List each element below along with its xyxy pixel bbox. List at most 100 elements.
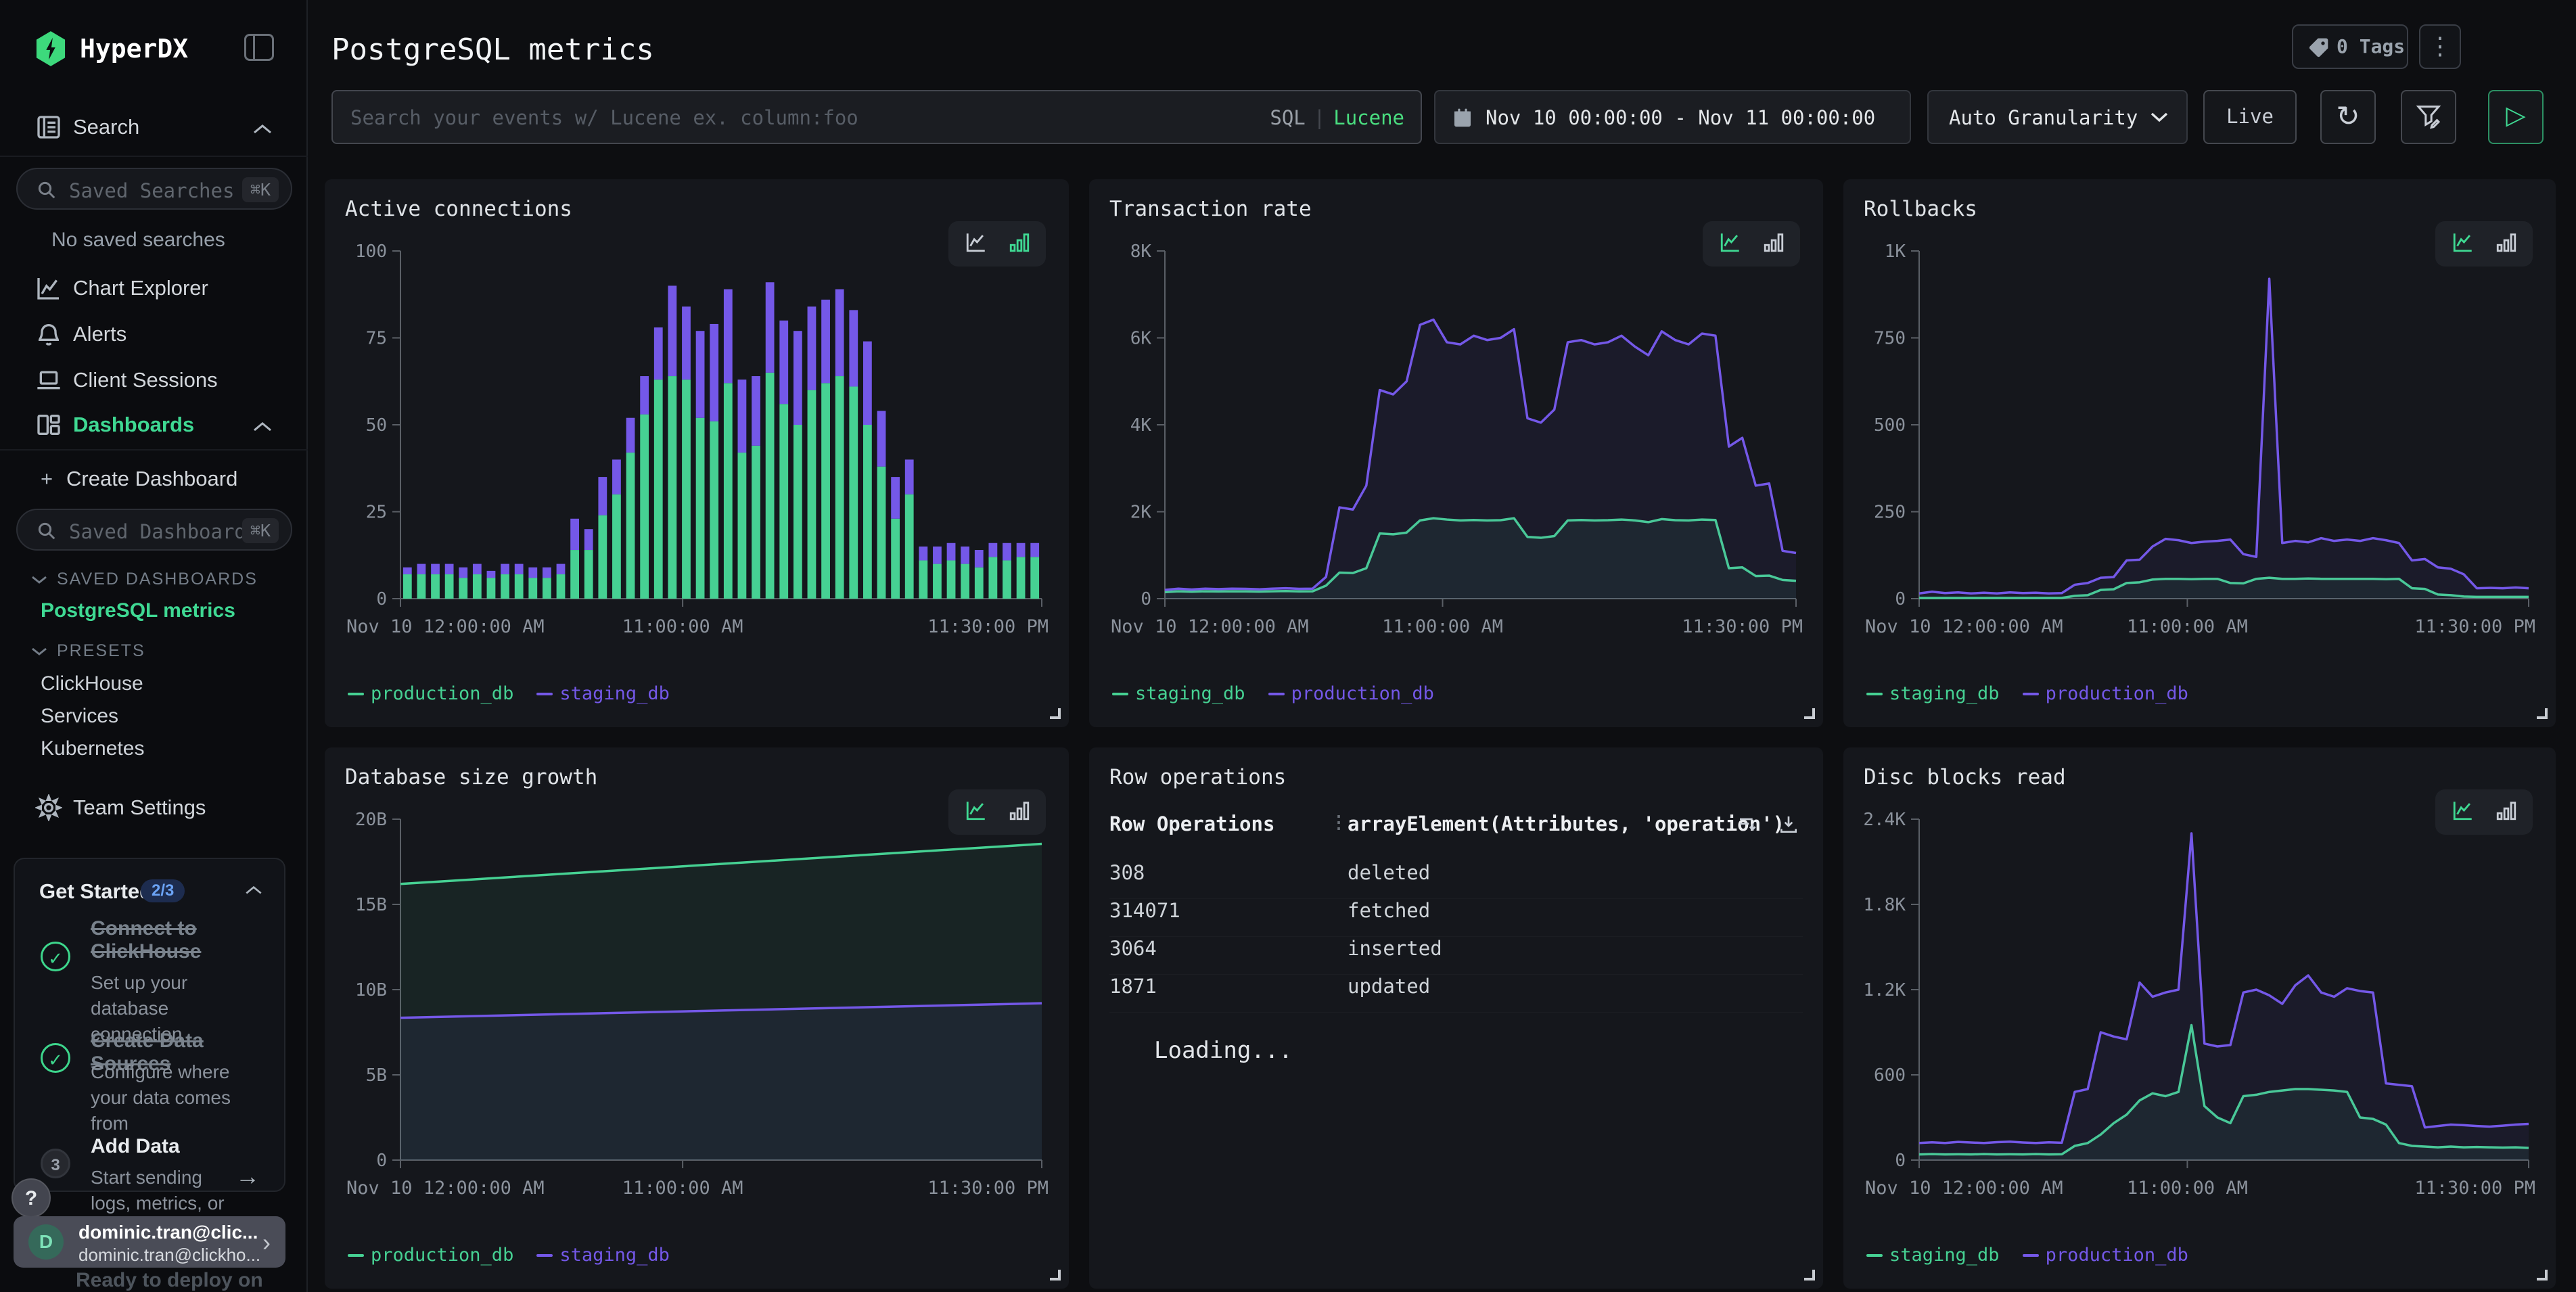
sidebar-item-dashboards[interactable]: Dashboards — [0, 403, 308, 446]
table-row[interactable]: 314071fetched — [1109, 899, 1803, 937]
chevron-up-icon[interactable] — [244, 885, 264, 896]
svg-text:0: 0 — [1895, 589, 1906, 609]
get-started-step-3[interactable]: 3 Add Data Start sending logs, metrics, … — [15, 1135, 284, 1216]
query-language-toggle[interactable]: SQL|Lucene — [1270, 106, 1404, 129]
chart-disc-blocks-read[interactable]: 06001.2K1.8K2.4KNov 10 12:00:00 AM11:00:… — [1861, 810, 2538, 1209]
svg-text:Nov 10 12:00:00 AM: Nov 10 12:00:00 AM — [1111, 616, 1309, 637]
saved-searches-input[interactable]: Saved Searches ⌘K — [16, 168, 292, 210]
column-header[interactable]: arrayElement(Attributes, 'operation') — [1348, 812, 1785, 835]
legend-item[interactable]: staging_db — [1866, 683, 2000, 704]
get-started-step-1[interactable]: ✓ Connect to ClickHouse Set up your data… — [15, 917, 284, 1019]
saved-dashboards-placeholder: Saved Dashboards — [69, 520, 258, 543]
search-placeholder: Search your events w/ Lucene ex. column:… — [350, 106, 858, 129]
saved-dashboards-input[interactable]: Saved Dashboards ⌘K — [16, 509, 292, 551]
chart-legend: production_db staging_db — [348, 1245, 670, 1266]
sidebar-item-client-sessions[interactable]: Client Sessions — [0, 359, 308, 402]
saved-dashboards-header[interactable]: SAVED DASHBOARDS — [31, 570, 258, 589]
svg-text:50: 50 — [366, 415, 387, 436]
svg-text:25: 25 — [366, 503, 387, 523]
panel-title: Row operations — [1109, 765, 1286, 789]
panel-title: Active connections — [345, 197, 572, 221]
page-title: PostgreSQL metrics — [331, 32, 654, 67]
step-title: Connect to ClickHouse — [91, 917, 253, 963]
sidebar-preset-kubernetes[interactable]: Kubernetes — [41, 737, 144, 760]
svg-text:11:30:00 PM: 11:30:00 PM — [927, 616, 1049, 637]
legend-item[interactable]: production_db — [2023, 683, 2188, 704]
resize-handle-icon[interactable] — [1804, 708, 1815, 719]
avatar: D — [28, 1224, 64, 1260]
sql-toggle: SQL — [1270, 106, 1305, 129]
chart-database-size-growth[interactable]: 05B10B15B20BNov 10 12:00:00 AM11:00:00 A… — [342, 810, 1051, 1209]
sort-list-icon[interactable] — [1736, 814, 1760, 835]
legend-item[interactable]: staging_db — [536, 683, 670, 704]
tags-button[interactable]: 0 Tags — [2292, 24, 2408, 69]
sidebar-item-search[interactable]: Search — [0, 106, 308, 149]
run-query-button[interactable]: ▷ — [2488, 90, 2544, 144]
search-icon — [37, 521, 57, 541]
svg-text:4K: 4K — [1130, 415, 1152, 436]
chart-legend: staging_db production_db — [1866, 683, 2188, 704]
svg-text:11:30:00 PM: 11:30:00 PM — [2414, 616, 2535, 637]
panel-active-connections: Active connections 0255075100Nov 10 12:0… — [325, 179, 1069, 727]
panel-database-size-growth: Database size growth 05B10B15B20BNov 10 … — [325, 747, 1069, 1289]
plus-icon: + — [41, 467, 53, 491]
resize-handle-icon[interactable] — [2537, 1270, 2548, 1281]
loading-status: Loading... — [1154, 1037, 1293, 1064]
chart-active-connections[interactable]: 0255075100Nov 10 12:00:00 AM11:00:00 AM1… — [342, 241, 1051, 647]
download-icon[interactable] — [1777, 814, 1800, 835]
resize-handle-icon[interactable] — [2537, 708, 2548, 719]
bell-icon — [35, 321, 62, 348]
svg-text:1.8K: 1.8K — [1863, 895, 1906, 915]
sidebar-collapse-icon[interactable] — [244, 34, 274, 61]
svg-text:1.2K: 1.2K — [1863, 980, 1906, 1000]
arrow-right-icon: → — [235, 1162, 260, 1191]
svg-text:11:00:00 AM: 11:00:00 AM — [2127, 616, 2248, 637]
refresh-button[interactable]: ↻ — [2320, 90, 2376, 144]
tags-label: 0 Tags — [2337, 35, 2405, 57]
sidebar-dashboard-link-postgresql[interactable]: PostgreSQL metrics — [41, 599, 235, 622]
lucene-toggle: Lucene — [1333, 106, 1404, 129]
sidebar-item-chart-explorer[interactable]: Chart Explorer — [0, 267, 308, 310]
user-menu[interactable]: D dominic.tran@clic... dominic.tran@clic… — [14, 1216, 285, 1268]
table-row[interactable]: 3064inserted — [1109, 937, 1803, 975]
resize-handle-icon[interactable] — [1804, 1270, 1815, 1281]
date-range-picker[interactable]: Nov 10 00:00:00 - Nov 11 00:00:00 — [1434, 90, 1911, 144]
sidebar-item-team-settings[interactable]: Team Settings — [0, 786, 308, 829]
svg-text:Nov 10 12:00:00 AM: Nov 10 12:00:00 AM — [1865, 616, 2063, 637]
resize-handle-icon[interactable] — [1050, 708, 1061, 719]
help-button[interactable]: ? — [12, 1178, 51, 1218]
filter-button[interactable] — [2401, 90, 2456, 144]
drag-dots-icon[interactable]: ⋮ — [1330, 812, 1348, 833]
chart-transaction-rate[interactable]: 02K4K6K8KNov 10 12:00:00 AM11:00:00 AM11… — [1107, 241, 1806, 647]
legend-item[interactable]: staging_db — [1866, 1245, 2000, 1266]
presets-header[interactable]: PRESETS — [31, 641, 145, 661]
legend-item[interactable]: production_db — [2023, 1245, 2188, 1266]
legend-item[interactable]: production_db — [348, 683, 513, 704]
legend-item[interactable]: staging_db — [536, 1245, 670, 1266]
get-started-title: Get Started — [39, 879, 152, 904]
legend-item[interactable]: staging_db — [1112, 683, 1245, 704]
svg-text:0: 0 — [1895, 1151, 1906, 1171]
legend-dash-icon — [2023, 1254, 2039, 1257]
table-row[interactable]: 308deleted — [1109, 861, 1803, 899]
resize-handle-icon[interactable] — [1050, 1270, 1061, 1281]
panel-rollbacks: Rollbacks 02505007501KNov 10 12:00:00 AM… — [1843, 179, 2556, 727]
table-row[interactable]: 1871updated — [1109, 975, 1803, 1013]
column-header[interactable]: Row Operations — [1109, 812, 1274, 835]
sidebar-preset-services[interactable]: Services — [41, 705, 118, 728]
shortcut-badge: ⌘K — [242, 177, 279, 202]
create-dashboard-button[interactable]: + Create Dashboard — [0, 457, 308, 501]
legend-item[interactable]: production_db — [348, 1245, 513, 1266]
get-started-step-2[interactable]: ✓ Create Data Sources Configure where yo… — [15, 1030, 284, 1117]
event-search-input[interactable]: Search your events w/ Lucene ex. column:… — [331, 90, 1422, 144]
sidebar-preset-clickhouse[interactable]: ClickHouse — [41, 672, 143, 695]
panel-row-operations: Row operations Row Operations ⋮ arrayEle… — [1089, 747, 1823, 1289]
svg-text:Nov 10 12:00:00 AM: Nov 10 12:00:00 AM — [346, 616, 545, 637]
live-button[interactable]: Live — [2203, 90, 2297, 144]
granularity-select[interactable]: Auto Granularity — [1927, 90, 2188, 144]
kebab-menu-button[interactable]: ⋮ — [2419, 24, 2461, 69]
legend-item[interactable]: production_db — [1268, 683, 1434, 704]
chart-rollbacks[interactable]: 02505007501KNov 10 12:00:00 AM11:00:00 A… — [1861, 241, 2538, 647]
svg-text:0: 0 — [376, 589, 387, 609]
sidebar-item-alerts[interactable]: Alerts — [0, 313, 308, 356]
